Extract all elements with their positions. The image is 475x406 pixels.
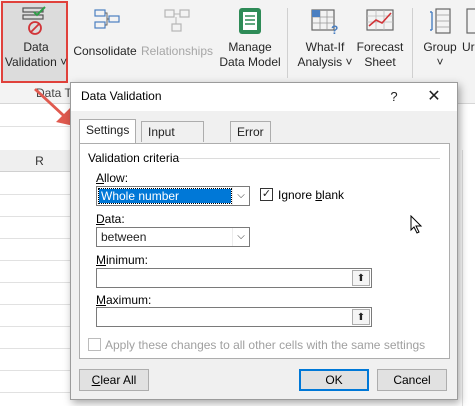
chevron-down-icon[interactable]: ⌵ [232,228,249,246]
forecast-label-2: Sheet [364,55,396,69]
forecast-icon [364,6,396,36]
group-button[interactable]: Group ˅ [418,6,462,70]
tab-error-alert[interactable]: Error Alert [230,121,271,159]
maximum-input[interactable]: ⬆ [96,307,372,327]
relationships-icon [161,6,193,36]
consolidate-icon [89,6,121,36]
column-header-r[interactable]: R [0,150,80,172]
gridline [0,304,70,305]
apply-all-label: Apply these changes to all other cells w… [105,338,426,352]
gridline [0,260,70,261]
data-validation-label-1: Data [23,40,49,54]
apply-all-checkbox[interactable] [88,338,101,351]
dialog-title: Data Validation [81,89,162,103]
consolidate-label: Consolidate [73,44,137,58]
range-selector-icon[interactable]: ⬆ [352,270,370,286]
data-model-icon [234,6,266,36]
data-validation-button[interactable]: Data Validation ˅ [4,6,68,70]
consolidate-button[interactable]: Consolidate [72,6,138,59]
minimum-input[interactable]: ⬆ [96,268,372,288]
minimum-label: Minimum: [96,253,149,267]
ribbon-separator [412,8,413,78]
gridline [0,326,70,327]
tab-input-message[interactable]: Input Message [141,121,204,159]
gridline [0,194,70,195]
gridline [0,392,70,393]
allow-value: Whole number [98,188,232,204]
relationships-label: Relationships [140,44,214,58]
ignore-blank-checkbox[interactable]: ✓ [260,188,273,201]
manage-data-model-button[interactable]: Manage Data Model [217,6,283,70]
ungroup-icon [465,6,475,36]
validation-criteria-label: Validation criteria [88,151,180,165]
group-label-1: Group [423,40,457,54]
group-label-2: ˅ [436,55,444,69]
group-icon [424,6,456,36]
manage-data-model-label-2: Data Model [219,55,281,69]
forecast-label-1: Forecast [356,40,404,54]
dialog-titlebar[interactable]: Data Validation ? ✕ [71,83,457,111]
ungroup-button[interactable]: Ur [462,6,475,55]
what-if-label-1: What-If [305,40,345,54]
manage-data-model-label-1: Manage [228,40,272,54]
gridline [0,216,70,217]
data-validation-icon [20,6,52,36]
allow-select[interactable]: Whole number ⌵ [96,186,250,206]
mouse-pointer-icon [410,215,423,234]
ignore-blank-label: Ignore blank [278,188,345,202]
what-if-icon: ? [309,6,341,37]
criteria-divider [178,158,440,159]
relationships-button[interactable]: Relationships [140,6,214,59]
clear-all-button[interactable]: Clear All [79,369,149,391]
data-value: between [101,230,147,244]
gridline [0,282,70,283]
ungroup-label: Ur [462,40,475,54]
ribbon-separator [287,8,288,78]
gridline [462,150,463,406]
help-button[interactable]: ? [383,86,405,108]
gridline [0,348,70,349]
allow-label: Allow: [96,171,129,185]
range-selector-icon[interactable]: ⬆ [352,309,370,325]
ok-button[interactable]: OK [299,369,369,391]
cancel-button[interactable]: Cancel [377,369,447,391]
settings-panel: Validation criteria Allow: Whole number … [79,143,450,359]
gridline [0,370,70,371]
what-if-analysis-button[interactable]: ? What-If Analysis ˅ [293,6,357,70]
what-if-label-2: Analysis ˅ [297,55,353,69]
close-button[interactable]: ✕ [419,86,449,108]
gridline [0,238,70,239]
data-validation-dialog: Data Validation ? ✕ Settings Input Messa… [70,82,458,400]
tab-settings[interactable]: Settings [79,119,137,143]
chevron-down-icon[interactable]: ⌵ [232,187,249,205]
data-select[interactable]: between ⌵ [96,227,250,247]
svg-text:?: ? [331,23,338,36]
maximum-label: Maximum: [96,293,152,307]
data-validation-label-2: Validation ˅ [4,55,68,69]
data-label: Data: [96,212,125,226]
forecast-sheet-button[interactable]: Forecast Sheet [355,6,405,70]
